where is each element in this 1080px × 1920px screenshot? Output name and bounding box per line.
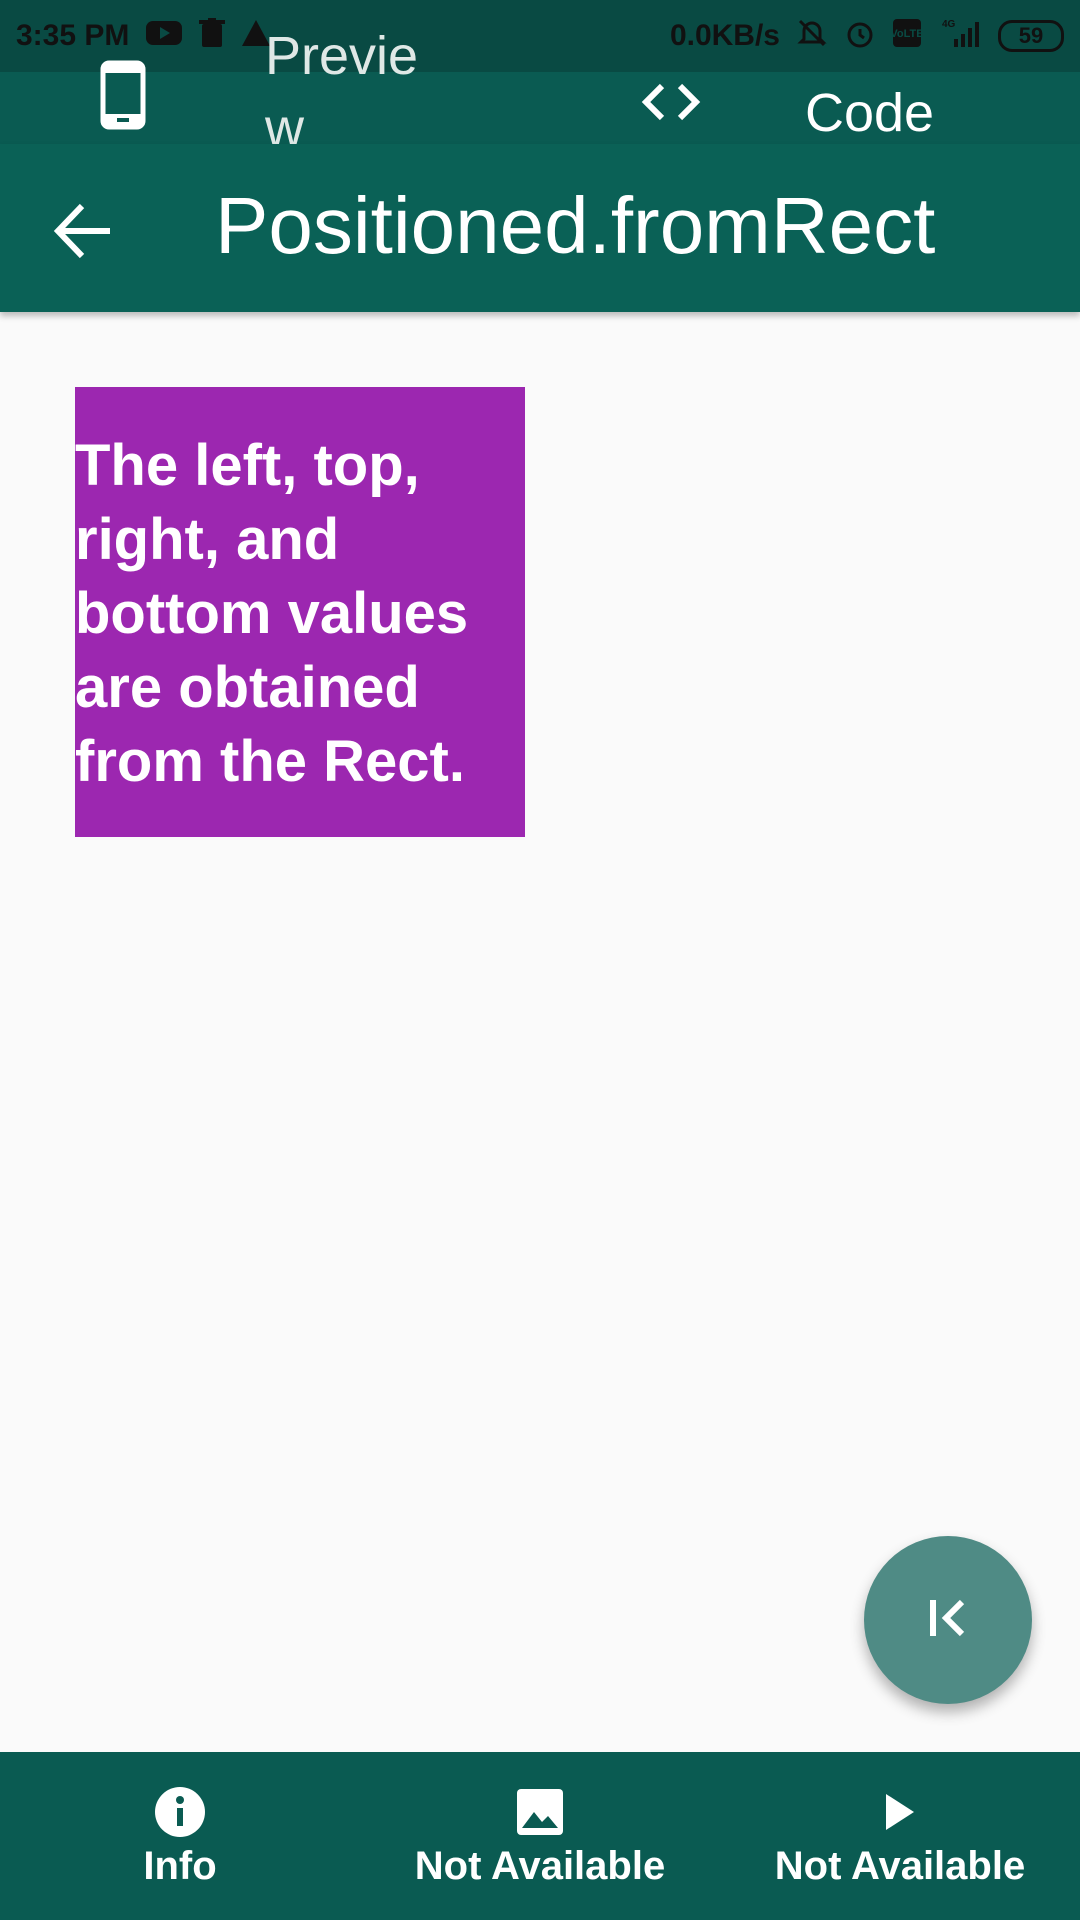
status-time: 3:35 PM — [16, 19, 130, 52]
battery-icon: 59 — [998, 20, 1064, 52]
back-button[interactable] — [50, 196, 120, 266]
network-speed: 0.0KB/s — [669, 19, 780, 52]
tab-preview-label: Preview — [265, 26, 419, 158]
image-icon — [516, 1784, 564, 1840]
positioned-box: The left, top, right, and bottom values … — [75, 387, 525, 837]
top-tab-bar: Preview Code — [0, 26, 1080, 158]
first-page-icon — [924, 1594, 972, 1647]
bottom-navigation: Info Not Available Not Available — [0, 1752, 1080, 1920]
arrow-back-icon — [50, 203, 120, 270]
play-icon — [882, 1784, 918, 1840]
youtube-icon — [145, 19, 183, 53]
battery-level: 59 — [1018, 23, 1044, 48]
nav-item-info[interactable]: Info — [0, 1752, 360, 1920]
tab-code-label: Code — [805, 83, 935, 143]
first-page-button[interactable] — [864, 1536, 1032, 1704]
positioned-box-text: The left, top, right, and bottom values … — [75, 433, 469, 794]
page-title: Positioned.fromRect — [215, 181, 936, 270]
tab-code[interactable]: Code — [640, 72, 934, 144]
svg-text:VoLTE: VoLTE — [892, 28, 922, 40]
alarm-icon — [844, 17, 876, 55]
phone-icon — [100, 60, 146, 135]
nav-item-play[interactable]: Not Available — [720, 1752, 1080, 1920]
volte-icon: VoLTE — [890, 18, 924, 54]
status-bar: 3:35 PM 0.0KB/s VoLTE 4G 59 — [0, 0, 1080, 72]
mute-icon — [796, 17, 828, 55]
svg-text:4G: 4G — [942, 19, 956, 30]
tab-preview[interactable]: Preview — [100, 26, 418, 158]
nav-item-image[interactable]: Not Available — [360, 1752, 720, 1920]
nav-item-label: Not Available — [414, 1843, 666, 1888]
info-icon — [154, 1784, 206, 1840]
code-icon — [640, 83, 702, 127]
signal-icon: 4G — [938, 17, 982, 55]
trash-icon — [199, 18, 226, 54]
nav-item-label: Not Available — [774, 1843, 1026, 1888]
nav-item-label: Info — [143, 1843, 217, 1888]
app-bar: Positioned.fromRect — [0, 144, 1080, 312]
